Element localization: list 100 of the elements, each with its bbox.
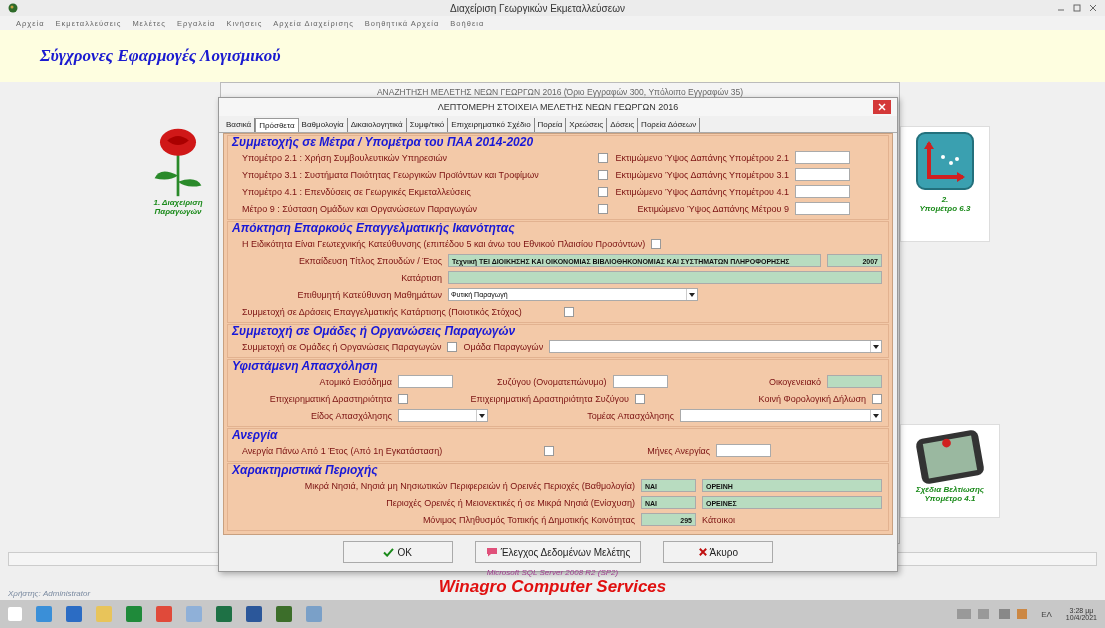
company-name: Winagro Computer Services <box>438 577 667 597</box>
field-label: Υπομέτρο 3.1 : Συστήματα Ποιότητας Γεωργικών Προϊόντων και Τροφίμων <box>242 169 540 180</box>
unit-label: Κάτοικοι <box>702 514 736 525</box>
field-label: Η Ειδικότητα Είναι Γεωτεχνικής Κατεύθυνσης (επιπέδου 5 και άνω του Εθνικού Πλαισίου Προσόντων) <box>242 238 646 249</box>
section-title: Χαρακτηριστικά Περιοχής <box>232 464 379 477</box>
checkbox[interactable] <box>447 341 458 352</box>
field-label: Υπομέτρο 4.1 : Επενδύσεις σε Γεωργικές Εκμεταλλεύσεις <box>242 186 472 197</box>
field-label: Συμμετοχή σε Δράσεις Επαγγελματικής Κατάρτισης (Ποιοτικός Στόχος) <box>242 306 522 317</box>
input-field[interactable] <box>795 202 850 215</box>
field-label: Εκτιμώμενο Ύψος Δαπάνης Υπομέτρου 2.1 <box>614 152 789 163</box>
taskbar-app-icon[interactable] <box>216 606 232 622</box>
field-label: Επιχειρηματική Δραστηριότητα Συζύγου <box>469 393 629 404</box>
field-label: Εκτιμώμενο Ύψος Δαπάνης Υπομέτρου 3.1 <box>614 169 789 180</box>
dropdown-arrow-icon[interactable] <box>870 410 881 421</box>
tab[interactable]: Επιχειρηματικό Σχέδιο <box>448 118 535 132</box>
field-label: Μέτρο 9 : Σύσταση Ομάδων και Οργανώσεων Παραγωγών <box>242 203 478 214</box>
field-label: Επιχειρηματική Δραστηριότητα <box>268 393 392 404</box>
dropdown-arrow-icon[interactable] <box>686 289 697 300</box>
window-title: ΑΝΑΖΗΤΗΣΗ ΜΕΛΕΤΗΣ ΝΕΩΝ ΓΕΩΡΓΩΝ 2016 (Όριο Εγγραφών 300, Υπόλοιπο Εγγραφών 35) <box>376 87 744 97</box>
field-label: Εκτιμώμενο Ύψος Δαπάνης Υπομέτρου 4.1 <box>614 186 789 197</box>
section-title: Ανεργία <box>232 429 279 442</box>
dropdown-arrow-icon[interactable] <box>870 341 881 352</box>
taskbar-app-icon[interactable] <box>246 606 262 622</box>
field-label: Υπομέτρο 2.1 : Χρήση Συμβουλευτικών Υπηρεσιών <box>242 152 449 163</box>
card-label: Παραγωγών <box>154 207 202 216</box>
card-label: 2. <box>941 195 949 204</box>
close-icon[interactable] <box>1089 4 1097 12</box>
field-label: Τομέας Απασχόλησης <box>586 410 674 421</box>
section-title: Συμμετοχής σε Μέτρα / Υπομέτρα του ΠΑΑ 2014-2020 <box>232 136 535 149</box>
field-label: Εκτιμώμενο Ύψος Δαπάνης Μέτρου 9 <box>636 203 789 214</box>
field-label: Οικογενειακό <box>767 376 821 387</box>
input-field[interactable] <box>827 375 882 388</box>
close-button[interactable] <box>873 100 891 114</box>
field-label: Επιθυμητή Κατεύθυνση Μαθημάτων <box>296 289 442 300</box>
field-label: Μικρά Νησιά, Νησιά μη Νησιωτικών Περιφερειών ή Ορεινές Περιοχές (Βαθμολογία) <box>303 480 635 491</box>
speech-bubble-icon <box>485 547 498 557</box>
field-label: Ανεργία Πάνω Από 1 Έτος (Από 1η Εγκατάσταση) <box>242 445 443 456</box>
input-field[interactable] <box>448 271 882 284</box>
card-label: Υπομέτρο 6.3 <box>919 204 971 213</box>
tab[interactable]: Πορεία <box>534 118 567 132</box>
tab[interactable]: Χρεώσεις <box>566 118 608 132</box>
section-title: Υφιστάμενη Απασχόληση <box>232 360 379 373</box>
input-field[interactable] <box>795 168 850 181</box>
checkbox[interactable] <box>544 445 555 456</box>
module-card[interactable]: Σχέδια Βελτίωσης Υπομέτρο 4.1 <box>900 424 1000 518</box>
checkbox[interactable] <box>651 238 662 249</box>
dialog-button[interactable]: Άκυρο <box>663 541 774 563</box>
dialog-button[interactable]: OK <box>342 541 453 563</box>
dialog-title: ΛΕΠΤΟΜΕΡΗ ΣΤΟΙΧΕΙΑ ΜΕΛΕΤΗΣ ΝΕΩΝ ΓΕΩΡΓΩΝ 2016 <box>437 102 679 112</box>
language-indicator[interactable]: ΕΛ <box>1041 609 1052 619</box>
field-label: Συμμετοχή σε Ομάδες ή Οργανώσεις Παραγωγών <box>242 341 442 352</box>
tab[interactable]: Πρόσθετα <box>255 118 299 132</box>
field-label: Περιοχές Ορεινές ή Μειονεκτικές ή σε Μικρά Νησιά (Ενίσχυση) <box>385 497 635 508</box>
taskbar-app-icon[interactable] <box>66 606 82 622</box>
tab[interactable]: Βαθμολογία <box>298 118 348 132</box>
field-label: Εκπαίδευση Τίτλος Σπουδών / Έτος <box>298 255 442 266</box>
tray-icons-drawing <box>957 609 1028 619</box>
checkbox[interactable] <box>563 306 574 317</box>
card-label: Υπομέτρο 4.1 <box>924 494 976 503</box>
input-field[interactable] <box>716 444 772 457</box>
tab[interactable]: Πορεία Δόσεων <box>638 118 701 132</box>
input-field[interactable] <box>612 375 668 388</box>
field-label: Συζύγου (Ονοματεπώνυμο) <box>496 376 607 387</box>
taskbar-app-icon[interactable] <box>276 606 292 622</box>
card-label: 1. Διαχείριση <box>153 198 203 207</box>
field-label: Μήνες Ανεργίας <box>646 445 711 456</box>
module-card[interactable]: 2. Υπομέτρο 6.3 <box>900 126 990 242</box>
tab[interactable]: Δόσεις <box>607 118 639 132</box>
server-label: Microsoft SQL Server 2008 R2 (SP2) <box>486 568 619 577</box>
input-field[interactable] <box>398 375 453 388</box>
section-title: Συμμετοχή σε Ομάδες ή Οργανώσεις Παραγωγών <box>232 325 517 338</box>
checkmark-icon <box>383 547 395 557</box>
checkbox[interactable] <box>398 393 408 404</box>
dropdown-arrow-icon[interactable] <box>476 410 487 421</box>
tab[interactable]: Συμφ/τικό <box>406 118 449 132</box>
tab[interactable]: Δικαιολογητικά <box>347 118 407 132</box>
field-label: Είδος Απασχόλησης <box>310 410 392 421</box>
card-label: Σχέδια Βελτίωσης <box>915 485 985 494</box>
brand-title: Σύγχρονες Εφαρμογές Λογισμικού <box>40 46 281 66</box>
input-field[interactable] <box>795 185 850 198</box>
checkbox[interactable] <box>598 169 608 180</box>
checkbox[interactable] <box>598 152 608 163</box>
section-title: Απόκτηση Επαρκούς Επαγγελματικής Ικανότητας <box>232 222 516 235</box>
field-label: Κοινή Φορολογική Δήλωση <box>757 393 866 404</box>
taskbar-app-icon[interactable] <box>126 606 142 622</box>
checkbox[interactable] <box>598 203 608 214</box>
field-label: Ομάδα Παραγωγών <box>463 341 544 352</box>
input-field[interactable] <box>795 151 850 164</box>
window-title: Διαχείριση Γεωργικών Εκμεταλλεύσεων <box>450 2 625 14</box>
maximize-icon[interactable] <box>1073 4 1081 12</box>
field-label: Ατομικό Εισόδημα <box>318 376 392 387</box>
cross-icon <box>698 548 707 556</box>
dialog-button[interactable]: Έλεγχος Δεδομένων Μελέτης <box>474 541 642 563</box>
field-label: Μόνιμος Πληθυσμός Τοπικής ή Δημοτικής Κοινότητας <box>421 514 635 525</box>
checkbox[interactable] <box>635 393 645 404</box>
user-label: Χρήστης: Administrator <box>8 589 91 598</box>
checkbox[interactable] <box>598 186 608 197</box>
app-logo-icon <box>8 3 18 13</box>
checkbox[interactable] <box>872 393 882 404</box>
field-label: Κατάρτιση <box>400 272 442 283</box>
